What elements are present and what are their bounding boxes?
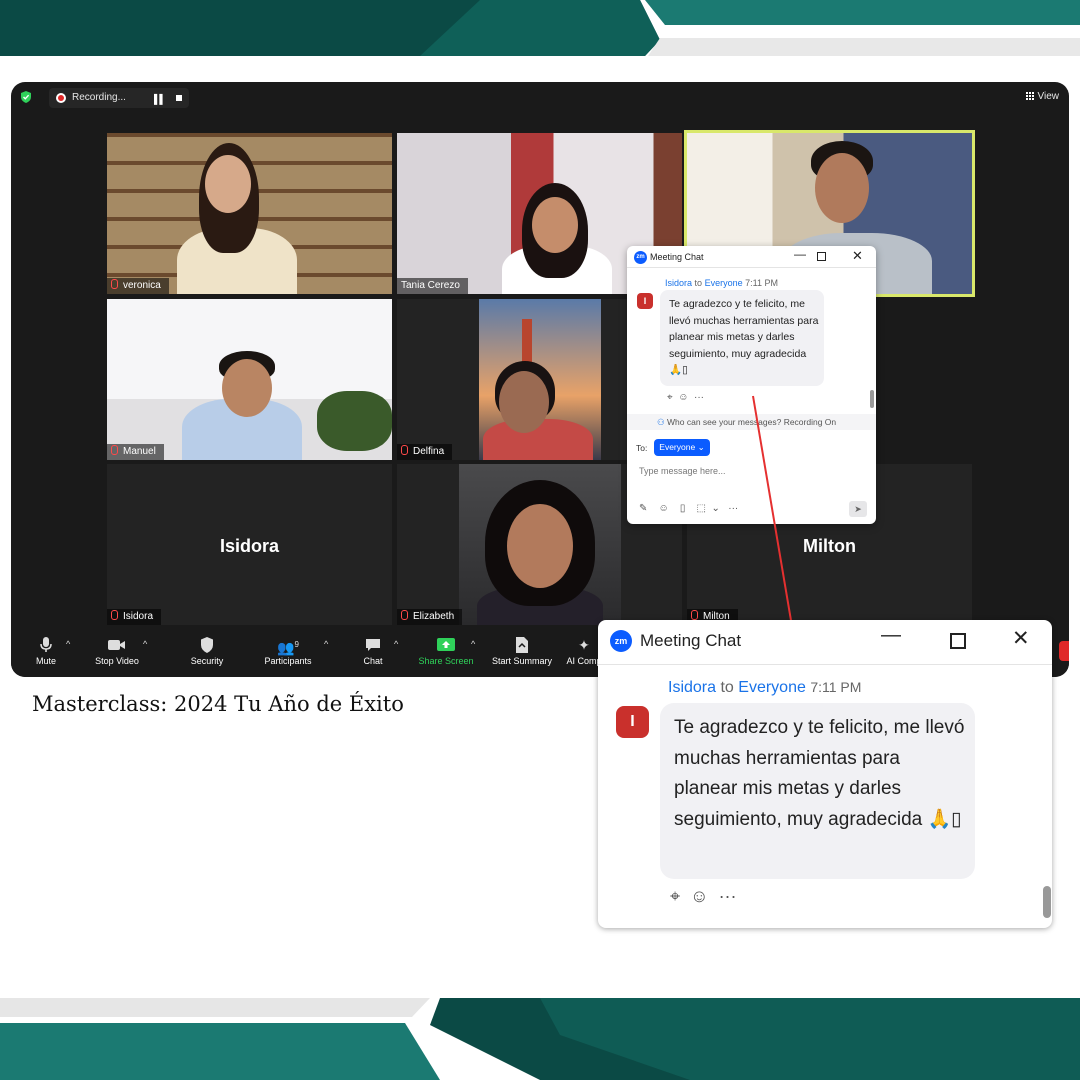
chat-window-title: Meeting Chat [640, 631, 742, 650]
message-time: 7:11 PM [810, 679, 862, 695]
maximize-icon[interactable] [950, 633, 966, 649]
close-icon[interactable]: ✕ [1012, 626, 1030, 651]
zoom-logo-icon: zm [610, 630, 632, 652]
add-reaction-icon[interactable]: ☺ [690, 886, 708, 906]
title-divider [598, 664, 1052, 665]
chat-scrollbar[interactable] [1043, 886, 1051, 918]
chat-message-bubble[interactable]: Te agradezco y te felicito, me llevó muc… [660, 703, 975, 879]
to-word: to [720, 679, 734, 696]
message-header: Isidora to Everyone 7:11 PM [668, 679, 861, 697]
sender-name[interactable]: Isidora [668, 679, 716, 696]
more-options-icon[interactable]: ··· [719, 886, 737, 906]
reply-icon[interactable]: ⌖ [670, 886, 680, 906]
session-caption: Masterclass: 2024 Tu Año de Éxito [32, 692, 404, 716]
message-actions: ⌖ ☺ ··· [670, 886, 737, 907]
meeting-chat-window-enlarged: zm Meeting Chat — ✕ Isidora to Everyone … [598, 620, 1052, 928]
minimize-icon[interactable]: — [881, 624, 901, 647]
sender-avatar: I [616, 706, 649, 738]
message-text: Te agradezco y te felicito, me llevó muc… [674, 717, 965, 830]
recipient-name[interactable]: Everyone [738, 679, 806, 696]
